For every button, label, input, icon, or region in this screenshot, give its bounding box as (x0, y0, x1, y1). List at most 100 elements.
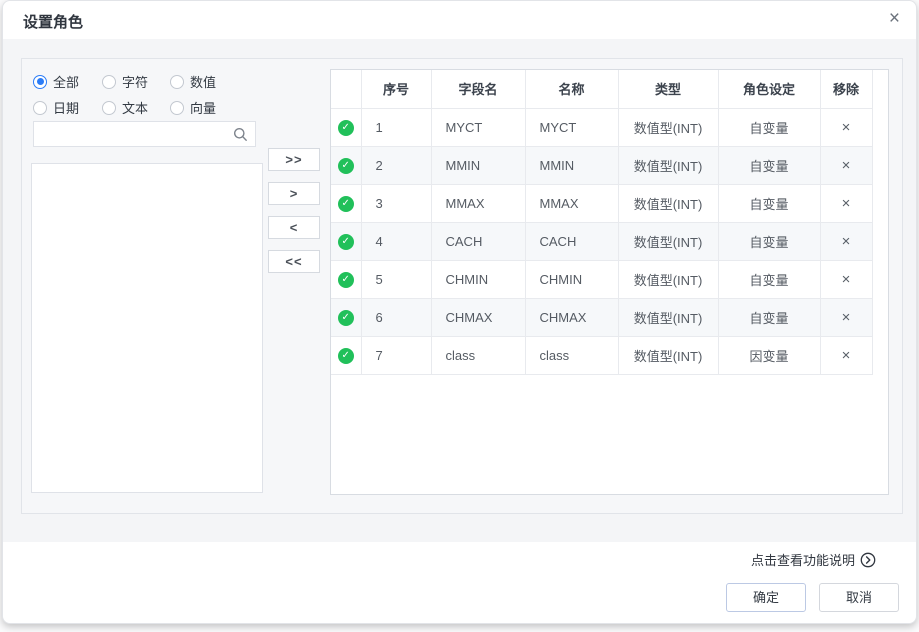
radio-option-数值[interactable]: 数值 (170, 72, 242, 91)
remove-cell: × (820, 336, 872, 374)
role-cell[interactable]: 自变量 (718, 184, 820, 222)
radio-icon[interactable] (33, 101, 47, 115)
remove-button[interactable]: × (842, 196, 851, 211)
remove-button[interactable]: × (842, 272, 851, 287)
radio-icon[interactable] (33, 75, 47, 89)
field-name-cell: MYCT (431, 108, 525, 146)
radio-option-日期[interactable]: 日期 (33, 98, 102, 117)
remove-button[interactable]: × (842, 120, 851, 135)
close-icon[interactable]: × (889, 8, 900, 30)
type-cell: 数值型(INT) (618, 336, 718, 374)
ok-button[interactable]: 确定 (726, 583, 806, 612)
table-row[interactable]: ✓3MMAXMMAX数值型(INT)自变量× (331, 184, 888, 222)
type-cell: 数值型(INT) (618, 222, 718, 260)
row-select-cell[interactable]: ✓ (331, 184, 361, 222)
header-cell (331, 70, 361, 108)
row-select-cell[interactable]: ✓ (331, 222, 361, 260)
radio-label: 全部 (53, 72, 79, 91)
role-cell[interactable]: 自变量 (718, 298, 820, 336)
remove-cell: × (820, 184, 872, 222)
radio-option-字符[interactable]: 字符 (102, 72, 170, 91)
remove-cell: × (820, 298, 872, 336)
radio-icon[interactable] (102, 101, 116, 115)
radio-label: 文本 (122, 98, 148, 117)
type-cell: 数值型(INT) (618, 260, 718, 298)
help-circle-arrow-icon (860, 552, 876, 568)
move-all-left-button[interactable]: << (268, 250, 320, 273)
row-no-cell: 7 (361, 336, 431, 374)
header-cell: 字段名 (431, 70, 525, 108)
move-all-right-button[interactable]: >> (268, 148, 320, 171)
row-select-cell[interactable]: ✓ (331, 260, 361, 298)
header-cell: 移除 (820, 70, 872, 108)
remove-cell: × (820, 222, 872, 260)
header-cell: 名称 (525, 70, 618, 108)
move-left-button[interactable]: < (268, 216, 320, 239)
table-row[interactable]: ✓7classclass数值型(INT)因变量× (331, 336, 888, 374)
header-cell: 类型 (618, 70, 718, 108)
row-no-cell: 5 (361, 260, 431, 298)
remove-button[interactable]: × (842, 310, 851, 325)
radio-icon[interactable] (170, 101, 184, 115)
row-gutter-cell (872, 146, 888, 184)
role-cell[interactable]: 自变量 (718, 108, 820, 146)
remove-button[interactable]: × (842, 348, 851, 363)
role-cell[interactable]: 因变量 (718, 336, 820, 374)
selected-fields-table-container: 序号字段名名称类型角色设定移除 ✓1MYCTMYCT数值型(INT)自变量×✓2… (330, 69, 889, 495)
row-select-cell[interactable]: ✓ (331, 146, 361, 184)
row-no-cell: 2 (361, 146, 431, 184)
row-select-cell[interactable]: ✓ (331, 108, 361, 146)
remove-cell: × (820, 108, 872, 146)
table-row[interactable]: ✓1MYCTMYCT数值型(INT)自变量× (331, 108, 888, 146)
check-icon: ✓ (338, 234, 354, 250)
remove-cell: × (820, 260, 872, 298)
search-input[interactable] (34, 122, 255, 146)
table-row[interactable]: ✓6CHMAXCHMAX数值型(INT)自变量× (331, 298, 888, 336)
table-row[interactable]: ✓4CACHCACH数值型(INT)自变量× (331, 222, 888, 260)
radio-icon[interactable] (170, 75, 184, 89)
radio-option-向量[interactable]: 向量 (170, 98, 242, 117)
row-gutter-cell (872, 222, 888, 260)
name-cell: class (525, 336, 618, 374)
table-row[interactable]: ✓5CHMINCHMIN数值型(INT)自变量× (331, 260, 888, 298)
available-fields-list[interactable] (31, 163, 263, 493)
row-no-cell: 4 (361, 222, 431, 260)
role-cell[interactable]: 自变量 (718, 146, 820, 184)
remove-cell: × (820, 146, 872, 184)
field-name-cell: CACH (431, 222, 525, 260)
help-link[interactable]: 点击查看功能说明 (751, 550, 876, 569)
row-gutter-cell (872, 184, 888, 222)
radio-icon[interactable] (102, 75, 116, 89)
role-cell[interactable]: 自变量 (718, 260, 820, 298)
radio-label: 字符 (122, 72, 148, 91)
row-select-cell[interactable]: ✓ (331, 298, 361, 336)
cancel-button[interactable]: 取消 (819, 583, 899, 612)
row-select-cell[interactable]: ✓ (331, 336, 361, 374)
header-gutter-cell (872, 70, 888, 108)
check-icon: ✓ (338, 310, 354, 326)
role-cell[interactable]: 自变量 (718, 222, 820, 260)
table-body: ✓1MYCTMYCT数值型(INT)自变量×✓2MMINMMIN数值型(INT)… (331, 108, 888, 374)
radio-label: 数值 (190, 72, 216, 91)
check-icon: ✓ (338, 196, 354, 212)
set-role-dialog: 设置角色 × 全部字符数值日期文本向量 >>><<< (2, 0, 917, 624)
row-gutter-cell (872, 260, 888, 298)
remove-button[interactable]: × (842, 234, 851, 249)
move-right-button[interactable]: > (268, 182, 320, 205)
table-row[interactable]: ✓2MMINMMIN数值型(INT)自变量× (331, 146, 888, 184)
dialog-footer: 点击查看功能说明 确定 取消 (3, 542, 916, 623)
type-cell: 数值型(INT) (618, 298, 718, 336)
name-cell: CACH (525, 222, 618, 260)
name-cell: MMIN (525, 146, 618, 184)
type-cell: 数值型(INT) (618, 108, 718, 146)
name-cell: MMAX (525, 184, 618, 222)
type-cell: 数值型(INT) (618, 146, 718, 184)
remove-button[interactable]: × (842, 158, 851, 173)
radio-option-文本[interactable]: 文本 (102, 98, 170, 117)
name-cell: MYCT (525, 108, 618, 146)
transfer-button-group: >>><<< (268, 148, 320, 284)
field-name-cell: CHMIN (431, 260, 525, 298)
radio-option-全部[interactable]: 全部 (33, 72, 102, 91)
field-name-cell: MMIN (431, 146, 525, 184)
field-name-cell: class (431, 336, 525, 374)
